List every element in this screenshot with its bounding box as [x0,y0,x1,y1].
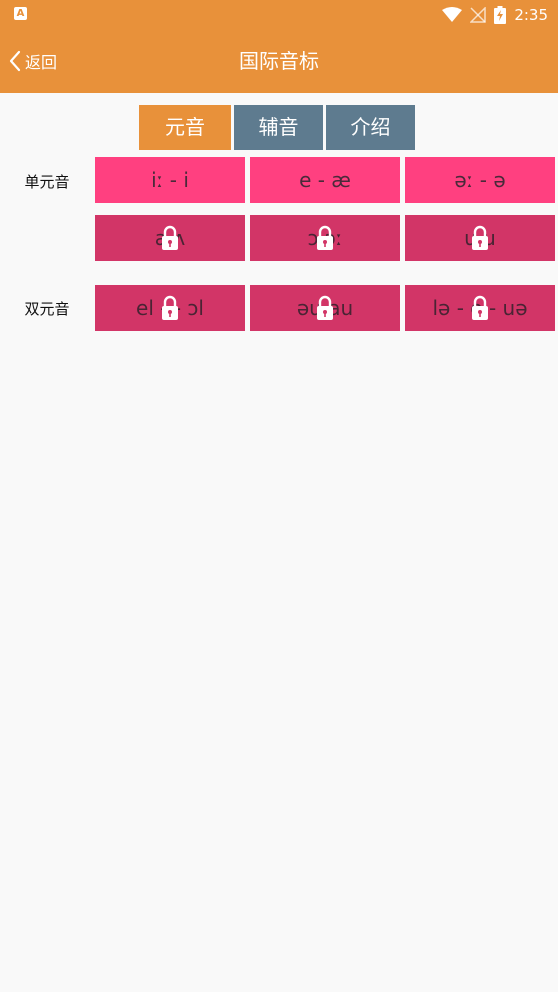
phonetic-cell-u[interactable]: u u [405,215,555,261]
tab-bar: 元音 辅音 介绍 [139,105,415,150]
app-notification-icon: A [14,7,27,20]
phonetic-cell-open-o[interactable]: ɔ ɔː [250,215,400,261]
phonetic-label: e - æ [299,168,351,192]
lock-icon [472,225,488,250]
tab-introduction[interactable]: 介绍 [326,105,415,150]
tab-consonants[interactable]: 辅音 [234,105,323,150]
no-signal-icon [470,7,487,23]
monophthongs-label: 单元音 [24,173,70,191]
lock-icon [317,225,333,250]
wifi-icon [442,7,463,22]
battery-charging-icon [494,6,507,24]
lock-icon [472,295,488,320]
phonetic-cell-e-ae[interactable]: e - æ [250,157,400,203]
lock-icon [317,295,333,320]
phonetic-cell-ie-ea-ua[interactable]: lə - e - uə [405,285,555,331]
phonetic-cell-ou-au[interactable]: əu au [250,285,400,331]
phonetic-cell-ii[interactable]: iː - i [95,157,245,203]
status-bar: A 2:35 [0,0,558,30]
phonetic-cell-ei-oi[interactable]: el - - ɔl [95,285,245,331]
phonetic-label: əː - ə [454,168,506,192]
status-time: 2:35 [514,6,548,24]
phonetic-cell-schwa[interactable]: əː - ə [405,157,555,203]
page-title: 国际音标 [239,49,319,73]
phonetic-label: iː - i [151,168,189,192]
status-icons: 2:35 [442,5,548,25]
lock-icon [162,225,178,250]
phonetic-cell-a-caret[interactable]: a ʌ [95,215,245,261]
app-bar: A 2:35 返回 国际音标 [0,0,558,93]
lock-icon [162,295,178,320]
tab-vowels[interactable]: 元音 [139,105,231,150]
diphthongs-label: 双元音 [24,300,70,318]
